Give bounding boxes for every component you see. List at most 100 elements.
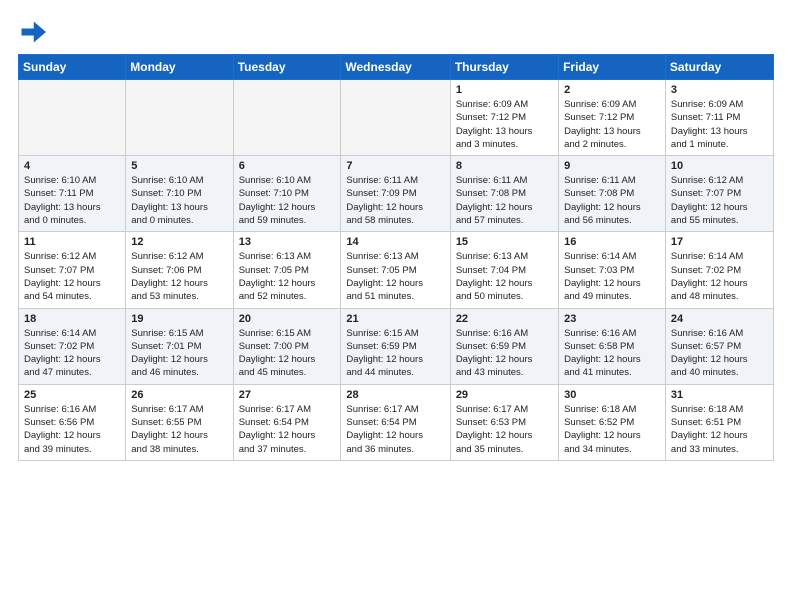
day-number: 11 xyxy=(24,236,120,248)
calendar-cell: 14Sunrise: 6:13 AM Sunset: 7:05 PM Dayli… xyxy=(341,232,450,308)
calendar-cell: 11 Sunrise: 6:12 AM Sunset: 7:07 PM Dayli… xyxy=(19,232,126,308)
day-number: 4 xyxy=(24,160,120,172)
day-number: 12 xyxy=(131,236,227,248)
page: SundayMondayTuesdayWednesdayThursdayFrid… xyxy=(0,0,792,612)
calendar-cell: 5 Sunrise: 6:10 AM Sunset: 7:10 PM Daylig… xyxy=(126,156,233,232)
calendar-cell: 31 Sunrise: 6:18 AM Sunset: 6:51 PM Dayli… xyxy=(665,384,773,460)
calendar-cell: 27 Sunrise: 6:17 AM Sunset: 6:54 PM Dayli… xyxy=(233,384,341,460)
day-info: Sunrise: 6:18 AM Sunset: 6:51 PM Dayligh… xyxy=(671,403,768,456)
day-info: Sunrise: 6:16 AM Sunset: 6:56 PM Dayligh… xyxy=(24,403,120,456)
day-number: 27 xyxy=(239,389,336,401)
day-number: 2 xyxy=(564,84,660,96)
day-info: Sunrise: 6:09 AM Sunset: 7:12 PM Dayligh… xyxy=(456,98,553,151)
calendar-cell: 24 Sunrise: 6:16 AM Sunset: 6:57 PM Dayli… xyxy=(665,308,773,384)
calendar-cell: 13 Sunrise: 6:13 AM Sunset: 7:05 PM Dayli… xyxy=(233,232,341,308)
calendar-cell: 10Sunrise: 6:12 AM Sunset: 7:07 PM Dayli… xyxy=(665,156,773,232)
calendar-cell: 19 Sunrise: 6:15 AM Sunset: 7:01 PM Dayli… xyxy=(126,308,233,384)
day-number: 13 xyxy=(239,236,336,248)
day-number: 6 xyxy=(239,160,336,172)
day-number: 1 xyxy=(456,84,553,96)
weekday-header-row: SundayMondayTuesdayWednesdayThursdayFrid… xyxy=(19,55,774,80)
day-number: 8 xyxy=(456,160,553,172)
day-number: 7 xyxy=(346,160,444,172)
day-number: 21 xyxy=(346,313,444,325)
day-number: 17 xyxy=(671,236,768,248)
day-info: Sunrise: 6:11 AM Sunset: 7:08 PM Dayligh… xyxy=(456,174,553,227)
logo-icon xyxy=(18,18,46,46)
calendar-week-row: 25 Sunrise: 6:16 AM Sunset: 6:56 PM Dayli… xyxy=(19,384,774,460)
calendar-cell: 8 Sunrise: 6:11 AM Sunset: 7:08 PM Daylig… xyxy=(450,156,558,232)
calendar-cell: 1 Sunrise: 6:09 AM Sunset: 7:12 PM Daylig… xyxy=(450,80,558,156)
day-number: 30 xyxy=(564,389,660,401)
weekday-header-wednesday: Wednesday xyxy=(341,55,450,80)
day-info: Sunrise: 6:16 AM Sunset: 6:59 PM Dayligh… xyxy=(456,327,553,380)
calendar-cell: 22Sunrise: 6:16 AM Sunset: 6:59 PM Dayli… xyxy=(450,308,558,384)
calendar-cell: 3 Sunrise: 6:09 AM Sunset: 7:11 PM Daylig… xyxy=(665,80,773,156)
day-number: 24 xyxy=(671,313,768,325)
day-info: Sunrise: 6:13 AM Sunset: 7:04 PM Dayligh… xyxy=(456,250,553,303)
day-info: Sunrise: 6:16 AM Sunset: 6:58 PM Dayligh… xyxy=(564,327,660,380)
calendar: SundayMondayTuesdayWednesdayThursdayFrid… xyxy=(18,54,774,461)
day-info: Sunrise: 6:10 AM Sunset: 7:10 PM Dayligh… xyxy=(131,174,227,227)
day-info: Sunrise: 6:10 AM Sunset: 7:10 PM Dayligh… xyxy=(239,174,336,227)
day-number: 20 xyxy=(239,313,336,325)
day-number: 26 xyxy=(131,389,227,401)
calendar-week-row: 11 Sunrise: 6:12 AM Sunset: 7:07 PM Dayli… xyxy=(19,232,774,308)
day-info: Sunrise: 6:17 AM Sunset: 6:54 PM Dayligh… xyxy=(346,403,444,456)
calendar-cell: 26 Sunrise: 6:17 AM Sunset: 6:55 PM Dayli… xyxy=(126,384,233,460)
day-info: Sunrise: 6:15 AM Sunset: 7:01 PM Dayligh… xyxy=(131,327,227,380)
day-info: Sunrise: 6:18 AM Sunset: 6:52 PM Dayligh… xyxy=(564,403,660,456)
day-info: Sunrise: 6:13 AM Sunset: 7:05 PM Dayligh… xyxy=(239,250,336,303)
day-number: 28 xyxy=(346,389,444,401)
day-info: Sunrise: 6:09 AM Sunset: 7:12 PM Dayligh… xyxy=(564,98,660,151)
weekday-header-thursday: Thursday xyxy=(450,55,558,80)
calendar-cell: 23 Sunrise: 6:16 AM Sunset: 6:58 PM Dayli… xyxy=(559,308,666,384)
day-info: Sunrise: 6:17 AM Sunset: 6:55 PM Dayligh… xyxy=(131,403,227,456)
day-number: 18 xyxy=(24,313,120,325)
calendar-cell: 7 Sunrise: 6:11 AM Sunset: 7:09 PM Daylig… xyxy=(341,156,450,232)
calendar-cell: 29Sunrise: 6:17 AM Sunset: 6:53 PM Dayli… xyxy=(450,384,558,460)
calendar-cell: 25 Sunrise: 6:16 AM Sunset: 6:56 PM Dayli… xyxy=(19,384,126,460)
day-info: Sunrise: 6:14 AM Sunset: 7:03 PM Dayligh… xyxy=(564,250,660,303)
calendar-cell: 28 Sunrise: 6:17 AM Sunset: 6:54 PM Dayli… xyxy=(341,384,450,460)
day-info: Sunrise: 6:11 AM Sunset: 7:09 PM Dayligh… xyxy=(346,174,444,227)
day-info: Sunrise: 6:12 AM Sunset: 7:06 PM Dayligh… xyxy=(131,250,227,303)
calendar-cell: 17 Sunrise: 6:14 AM Sunset: 7:02 PM Dayli… xyxy=(665,232,773,308)
day-info: Sunrise: 6:16 AM Sunset: 6:57 PM Dayligh… xyxy=(671,327,768,380)
day-info: Sunrise: 6:09 AM Sunset: 7:11 PM Dayligh… xyxy=(671,98,768,151)
day-number: 14 xyxy=(346,236,444,248)
logo xyxy=(18,18,50,46)
day-number: 29 xyxy=(456,389,553,401)
day-info: Sunrise: 6:12 AM Sunset: 7:07 PM Dayligh… xyxy=(24,250,120,303)
day-info: Sunrise: 6:14 AM Sunset: 7:02 PM Dayligh… xyxy=(671,250,768,303)
day-info: Sunrise: 6:17 AM Sunset: 6:54 PM Dayligh… xyxy=(239,403,336,456)
weekday-header-saturday: Saturday xyxy=(665,55,773,80)
day-number: 10 xyxy=(671,160,768,172)
calendar-cell: 12 Sunrise: 6:12 AM Sunset: 7:06 PM Dayli… xyxy=(126,232,233,308)
calendar-cell xyxy=(341,80,450,156)
calendar-week-row: 18 Sunrise: 6:14 AM Sunset: 7:02 PM Dayli… xyxy=(19,308,774,384)
calendar-week-row: 4Sunrise: 6:10 AM Sunset: 7:11 PM Daylig… xyxy=(19,156,774,232)
calendar-cell: 18 Sunrise: 6:14 AM Sunset: 7:02 PM Dayli… xyxy=(19,308,126,384)
calendar-cell: 2 Sunrise: 6:09 AM Sunset: 7:12 PM Daylig… xyxy=(559,80,666,156)
calendar-cell xyxy=(126,80,233,156)
header xyxy=(18,18,774,46)
day-number: 25 xyxy=(24,389,120,401)
day-number: 23 xyxy=(564,313,660,325)
calendar-week-row: 1 Sunrise: 6:09 AM Sunset: 7:12 PM Daylig… xyxy=(19,80,774,156)
calendar-cell xyxy=(233,80,341,156)
day-number: 31 xyxy=(671,389,768,401)
weekday-header-friday: Friday xyxy=(559,55,666,80)
day-number: 5 xyxy=(131,160,227,172)
day-number: 19 xyxy=(131,313,227,325)
day-info: Sunrise: 6:15 AM Sunset: 7:00 PM Dayligh… xyxy=(239,327,336,380)
day-number: 3 xyxy=(671,84,768,96)
day-info: Sunrise: 6:11 AM Sunset: 7:08 PM Dayligh… xyxy=(564,174,660,227)
calendar-cell: 15Sunrise: 6:13 AM Sunset: 7:04 PM Dayli… xyxy=(450,232,558,308)
calendar-cell: 30 Sunrise: 6:18 AM Sunset: 6:52 PM Dayli… xyxy=(559,384,666,460)
day-info: Sunrise: 6:14 AM Sunset: 7:02 PM Dayligh… xyxy=(24,327,120,380)
weekday-header-tuesday: Tuesday xyxy=(233,55,341,80)
calendar-cell: 4Sunrise: 6:10 AM Sunset: 7:11 PM Daylig… xyxy=(19,156,126,232)
calendar-cell: 21Sunrise: 6:15 AM Sunset: 6:59 PM Dayli… xyxy=(341,308,450,384)
calendar-cell: 6 Sunrise: 6:10 AM Sunset: 7:10 PM Daylig… xyxy=(233,156,341,232)
